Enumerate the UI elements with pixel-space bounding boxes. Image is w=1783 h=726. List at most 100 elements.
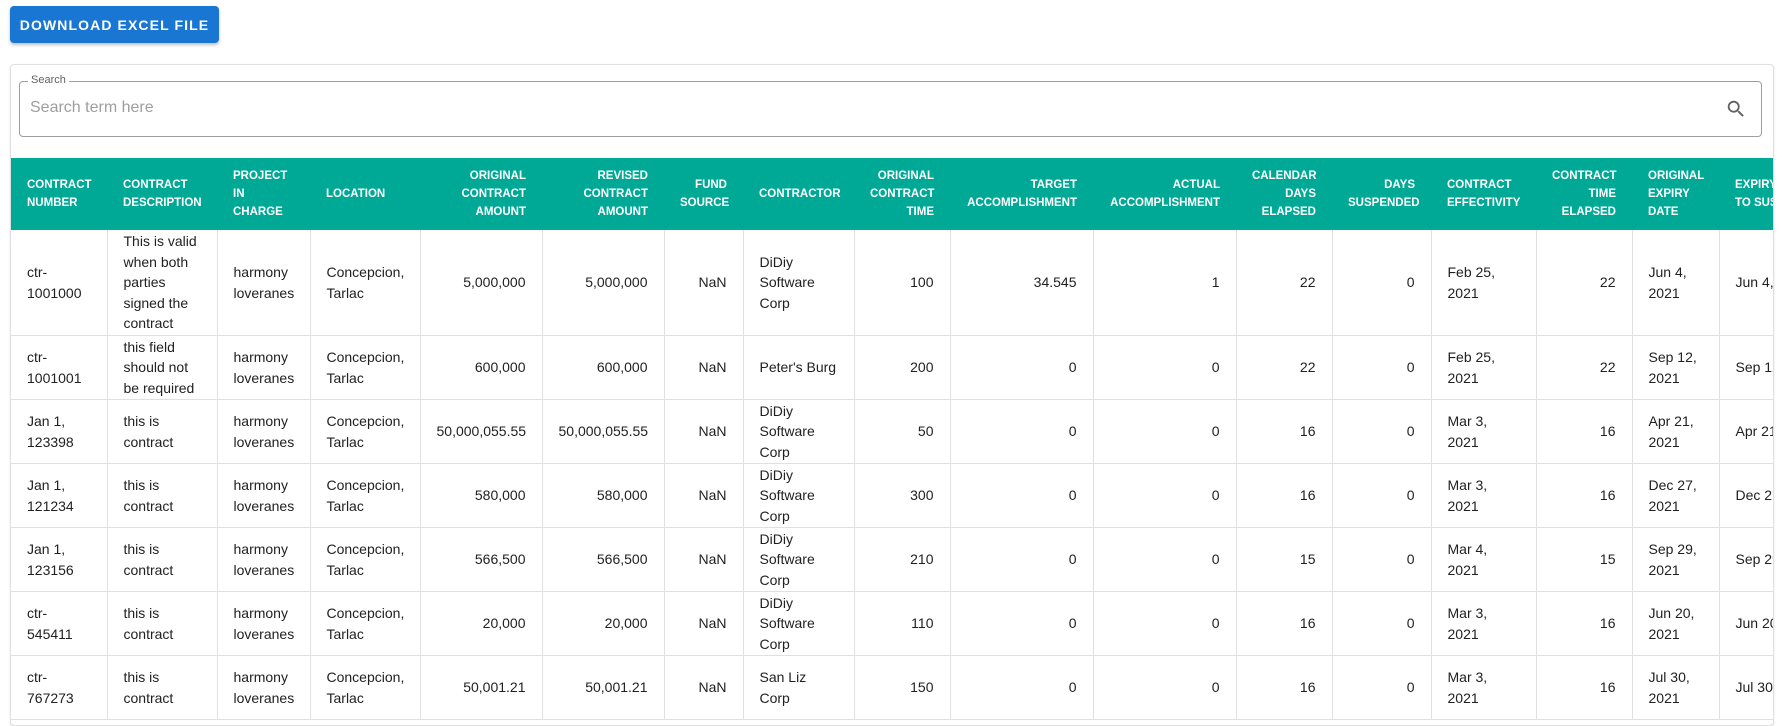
col-header-days-suspended[interactable]: Days Suspended: [1332, 158, 1431, 230]
col-header-contractor[interactable]: Contractor: [743, 158, 854, 230]
table-cell: 600,000: [420, 335, 543, 400]
table-cell: harmony loveranes: [217, 335, 311, 400]
table-cell: this is contract: [107, 527, 218, 592]
table-cell: 0: [1093, 527, 1237, 592]
table-cell: 200: [854, 335, 951, 400]
table-cell: Concepcion, Tarlac: [310, 399, 421, 464]
table-cell: Mar 3, 2021: [1431, 399, 1537, 464]
col-header-project-in-charge[interactable]: Project In Charge: [217, 158, 310, 230]
table-cell: 50,001.21: [420, 655, 543, 720]
table-cell: Sep 29, 2021: [1719, 527, 1773, 592]
table-cell: 0: [1332, 591, 1432, 656]
col-header-actual-accomplishment[interactable]: Actual Accomplishment: [1093, 158, 1236, 230]
table-cell: Concepcion, Tarlac: [310, 527, 421, 592]
table-cell: 50,000,055.55: [542, 399, 665, 464]
table-cell: 0: [1093, 463, 1237, 528]
table-cell: NaN: [664, 655, 744, 720]
table-cell: 0: [950, 591, 1094, 656]
col-header-contract-effectivity[interactable]: Contract Effectivity: [1431, 158, 1536, 230]
table-cell: Jan 1, 123398: [11, 399, 108, 464]
table-cell: Jul 30, 2021: [1719, 655, 1773, 720]
col-header-contract-number[interactable]: Contract Number: [11, 158, 107, 230]
table-cell: 0: [1332, 335, 1432, 400]
table-cell: 150: [854, 655, 951, 720]
table-cell: 22: [1536, 335, 1633, 400]
table-cell: NaN: [664, 591, 744, 656]
table-row[interactable]: Jan 1, 123156 this is contract harmony lov…: [11, 527, 1773, 592]
table-cell: 20,000: [542, 591, 665, 656]
table-cell: Jan 1, 123156: [11, 527, 108, 592]
table-row[interactable]: Jan 1, 121234 this is contract harmony lov…: [11, 463, 1773, 528]
search-icon[interactable]: [1725, 98, 1747, 120]
table-cell: ctr-1001000: [11, 230, 108, 336]
table-cell: Peter's Burg: [743, 335, 855, 400]
col-header-contract-description[interactable]: Contract Description: [107, 158, 217, 230]
col-header-revised-contract-amount[interactable]: Revised Contract Amount: [542, 158, 664, 230]
search-field[interactable]: Search: [19, 74, 1762, 137]
table-cell: this field should not be required: [107, 335, 218, 400]
contracts-table-container[interactable]: Contract Number Contract Description Pro…: [11, 158, 1773, 720]
table-cell: this is contract: [107, 399, 218, 464]
col-header-fund-source[interactable]: Fund Source: [664, 158, 743, 230]
table-cell: 22: [1236, 230, 1333, 336]
col-header-expiry-date-suspension[interactable]: Expiry Date Due To Suspension: [1719, 158, 1773, 230]
search-input[interactable]: [30, 92, 1690, 124]
table-cell: 0: [1332, 655, 1432, 720]
table-cell: 210: [854, 527, 951, 592]
col-header-original-expiry-date[interactable]: Original Expiry Date: [1632, 158, 1719, 230]
table-cell: 16: [1536, 399, 1633, 464]
col-header-original-contract-amount[interactable]: Original Contract Amount: [420, 158, 542, 230]
table-cell: 16: [1236, 655, 1333, 720]
table-cell: ctr-545411: [11, 591, 108, 656]
table-cell: Jan 1, 121234: [11, 463, 108, 528]
table-cell: DiDiy Software Corp: [743, 463, 855, 528]
table-cell: 0: [1332, 463, 1432, 528]
table-cell: harmony loveranes: [217, 399, 311, 464]
table-row[interactable]: ctr-545411 this is contract harmony lovera…: [11, 591, 1773, 656]
col-header-target-accomplishment[interactable]: Target Accomplishment: [950, 158, 1093, 230]
download-excel-button[interactable]: Download Excel File: [10, 6, 219, 43]
table-cell: Mar 4, 2021: [1431, 527, 1537, 592]
table-cell: This is valid when both parties signed t…: [107, 230, 218, 336]
table-cell: NaN: [664, 230, 744, 336]
table-cell: Dec 27, 2021: [1632, 463, 1720, 528]
table-cell: Mar 3, 2021: [1431, 655, 1537, 720]
table-cell: Dec 27, 2021: [1719, 463, 1773, 528]
table-cell: 0: [1093, 655, 1237, 720]
table-cell: 0: [1332, 230, 1432, 336]
table-cell: NaN: [664, 527, 744, 592]
table-cell: DiDiy Software Corp: [743, 230, 855, 336]
table-cell: harmony loveranes: [217, 527, 311, 592]
table-cell: NaN: [664, 399, 744, 464]
table-row[interactable]: ctr-1001000 This is valid when both parti…: [11, 230, 1773, 336]
table-row[interactable]: ctr-767273 this is contract harmony lovera…: [11, 655, 1773, 720]
col-header-contract-time-elapsed[interactable]: Contract Time Elapsed: [1536, 158, 1632, 230]
table-cell: 0: [950, 335, 1094, 400]
table-row[interactable]: ctr-1001001 this field should not be requ…: [11, 335, 1773, 400]
table-cell: NaN: [664, 335, 744, 400]
table-cell: 16: [1536, 463, 1633, 528]
table-cell: 50,001.21: [542, 655, 665, 720]
col-header-calendar-days-elapsed[interactable]: Calendar Days Elapsed: [1236, 158, 1332, 230]
table-cell: ctr-767273: [11, 655, 108, 720]
table-cell: Apr 21, 2021: [1632, 399, 1720, 464]
table-cell: 16: [1236, 591, 1333, 656]
col-header-original-contract-time[interactable]: Original Contract Time: [854, 158, 950, 230]
table-cell: 600,000: [542, 335, 665, 400]
table-cell: Concepcion, Tarlac: [310, 591, 421, 656]
table-cell: this is contract: [107, 463, 218, 528]
table-cell: NaN: [664, 463, 744, 528]
table-cell: DiDiy Software Corp: [743, 591, 855, 656]
col-header-location[interactable]: Location: [310, 158, 420, 230]
table-row[interactable]: Jan 1, 123398 this is contract harmony lov…: [11, 399, 1773, 464]
table-cell: harmony loveranes: [217, 655, 311, 720]
table-cell: DiDiy Software Corp: [743, 527, 855, 592]
table-cell: Concepcion, Tarlac: [310, 463, 421, 528]
table-cell: Jul 30, 2021: [1632, 655, 1720, 720]
table-cell: Jun 4, 2021: [1719, 230, 1773, 336]
table-cell: 50: [854, 399, 951, 464]
table-cell: 0: [950, 463, 1094, 528]
table-cell: 0: [1093, 591, 1237, 656]
table-cell: 0: [1332, 527, 1432, 592]
table-cell: 566,500: [542, 527, 665, 592]
